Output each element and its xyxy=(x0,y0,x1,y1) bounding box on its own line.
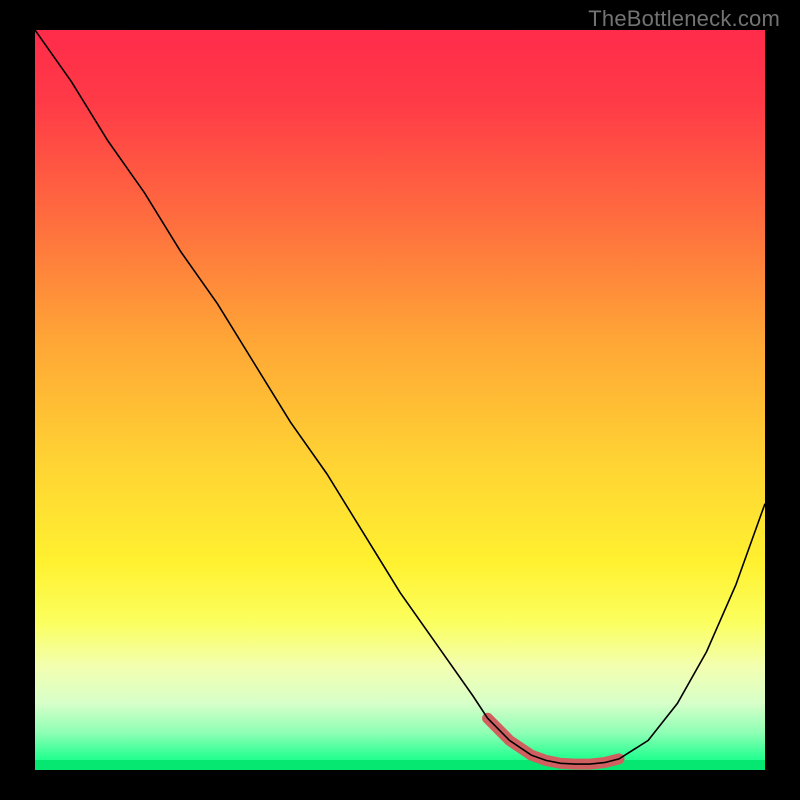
watermark-text: TheBottleneck.com xyxy=(588,6,780,32)
plot-area xyxy=(35,30,765,770)
chart-frame: TheBottleneck.com xyxy=(0,0,800,800)
main-curve xyxy=(35,30,765,764)
curve-svg xyxy=(35,30,765,770)
highlight-segment xyxy=(488,718,619,764)
